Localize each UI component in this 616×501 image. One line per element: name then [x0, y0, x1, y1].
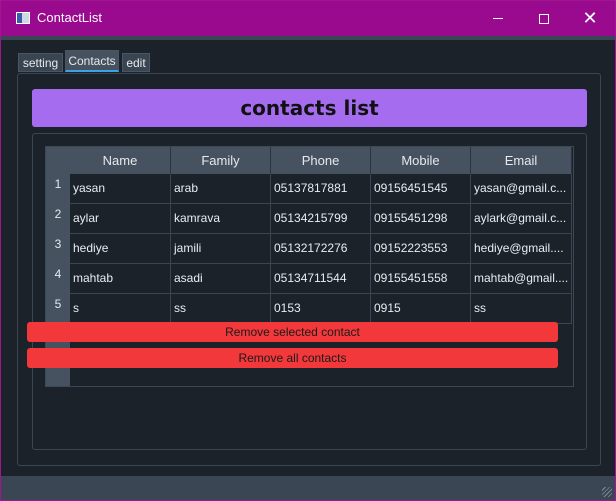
table-cell-phone[interactable]: 05132172276	[271, 234, 371, 264]
table-cell-mobile[interactable]: 0915	[371, 294, 471, 324]
column-header-email[interactable]: Email	[471, 147, 572, 174]
table-cell-email[interactable]: yasan@gmail.c...	[471, 174, 572, 204]
table-cell-family[interactable]: jamili	[171, 234, 271, 264]
table-cell-email[interactable]: aylark@gmail.c...	[471, 204, 572, 234]
table-cell-phone[interactable]: 0153	[271, 294, 371, 324]
window-title: ContactList	[37, 10, 103, 25]
close-button[interactable]: ✕	[567, 1, 613, 36]
table-cell-family[interactable]: ss	[171, 294, 271, 324]
row-number[interactable]: 5	[46, 294, 70, 324]
table-cell-family[interactable]: kamrava	[171, 204, 271, 234]
tab-setting[interactable]: setting	[18, 53, 63, 72]
app-window-icon	[16, 12, 30, 24]
table-cell-name[interactable]: aylar	[70, 204, 171, 234]
tab-edit[interactable]: edit	[122, 53, 150, 72]
table-cell-name[interactable]: s	[70, 294, 171, 324]
table-cell-mobile[interactable]: 09155451298	[371, 204, 471, 234]
column-header-mobile[interactable]: Mobile	[371, 147, 471, 174]
table-cell-email[interactable]: ss	[471, 294, 572, 324]
maximize-icon	[539, 13, 549, 24]
row-number[interactable]: 4	[46, 264, 70, 294]
close-icon: ✕	[582, 7, 598, 29]
row-number[interactable]: 3	[46, 234, 70, 264]
column-header-name[interactable]: Name	[70, 147, 171, 174]
menu-strip	[1, 36, 615, 40]
maximize-button[interactable]	[521, 1, 567, 36]
table-corner-button[interactable]	[46, 147, 70, 174]
minimize-button[interactable]	[475, 1, 521, 36]
table-cell-email[interactable]: mahtab@gmail....	[471, 264, 572, 294]
table-cell-mobile[interactable]: 09156451545	[371, 174, 471, 204]
column-header-family[interactable]: Family	[171, 147, 271, 174]
contacts-group-box: Name Family Phone Mobile Email 1 2 3 4 5 yasan arab…	[32, 133, 587, 450]
page-title: contacts list	[32, 89, 587, 127]
resize-grip-icon[interactable]	[602, 487, 612, 497]
table-cell-phone[interactable]: 05134711544	[271, 264, 371, 294]
table-cell-mobile[interactable]: 09152223553	[371, 234, 471, 264]
column-header-phone[interactable]: Phone	[271, 147, 371, 174]
contacts-tab-panel: contacts list Name Family Phone Mobile Email…	[17, 73, 601, 466]
table-cell-family[interactable]: arab	[171, 174, 271, 204]
table-cell-name[interactable]: hediye	[70, 234, 171, 264]
remove-all-contacts-button[interactable]: Remove all contacts	[27, 348, 558, 368]
table-cell-mobile[interactable]: 09155451558	[371, 264, 471, 294]
table-cell-family[interactable]: asadi	[171, 264, 271, 294]
table-cell-name[interactable]: mahtab	[70, 264, 171, 294]
minimize-icon	[493, 18, 503, 19]
title-bar[interactable]: ContactList ✕	[1, 1, 615, 36]
table-cell-phone[interactable]: 05137817881	[271, 174, 371, 204]
status-bar	[1, 476, 615, 500]
contactlist-window: ContactList ✕ setting Contacts edit cont…	[0, 0, 616, 501]
table-cell-name[interactable]: yasan	[70, 174, 171, 204]
remove-selected-contact-button[interactable]: Remove selected contact	[27, 322, 558, 342]
table-cell-email[interactable]: hediye@gmail....	[471, 234, 572, 264]
row-number[interactable]: 2	[46, 204, 70, 234]
table-cell-phone[interactable]: 05134215799	[271, 204, 371, 234]
tab-contacts[interactable]: Contacts	[65, 50, 119, 72]
row-number[interactable]: 1	[46, 174, 70, 204]
